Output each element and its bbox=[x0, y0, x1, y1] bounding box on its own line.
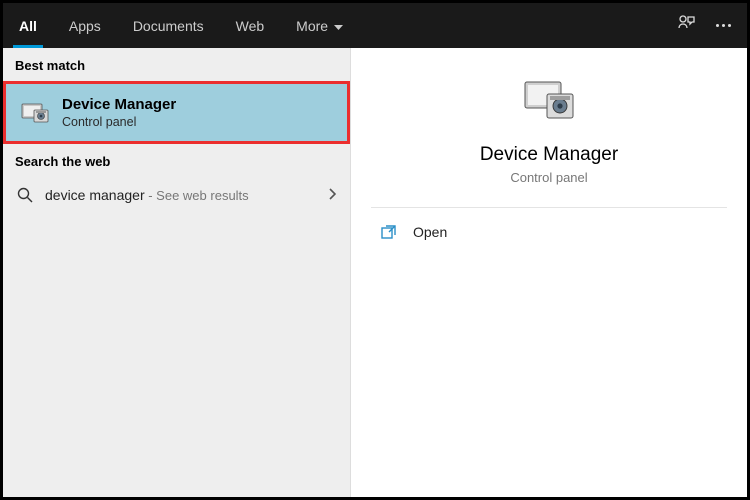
web-query: device manager bbox=[45, 187, 145, 203]
best-match-text: Device Manager Control panel bbox=[62, 96, 176, 129]
more-options-icon[interactable] bbox=[716, 24, 731, 27]
web-search-text: device manager - See web results bbox=[45, 187, 328, 203]
search-web-heading: Search the web bbox=[3, 144, 350, 177]
header-bar: All Apps Documents Web More bbox=[3, 3, 747, 48]
tab-more-label: More bbox=[296, 18, 328, 34]
tab-web[interactable]: Web bbox=[220, 3, 281, 48]
results-panel: Best match Device Manager Control panel … bbox=[3, 48, 351, 497]
best-match-subtitle: Control panel bbox=[62, 115, 176, 129]
preview-title: Device Manager bbox=[480, 144, 618, 166]
tab-all[interactable]: All bbox=[3, 3, 53, 48]
device-manager-large-icon bbox=[521, 76, 577, 126]
chevron-right-icon bbox=[328, 188, 336, 203]
tab-documents[interactable]: Documents bbox=[117, 3, 220, 48]
device-manager-icon bbox=[20, 100, 50, 126]
web-hint: - See web results bbox=[145, 188, 249, 203]
best-match-title: Device Manager bbox=[62, 96, 176, 113]
web-search-result[interactable]: device manager - See web results bbox=[3, 177, 350, 213]
preview-panel: Device Manager Control panel Open bbox=[351, 48, 747, 497]
best-match-heading: Best match bbox=[3, 48, 350, 81]
preview-header: Device Manager Control panel bbox=[371, 48, 727, 208]
content-area: Best match Device Manager Control panel … bbox=[3, 48, 747, 497]
tab-more[interactable]: More bbox=[280, 3, 359, 48]
open-label: Open bbox=[413, 224, 447, 240]
header-right bbox=[676, 13, 731, 38]
open-icon bbox=[381, 224, 397, 240]
feedback-icon[interactable] bbox=[676, 13, 696, 38]
preview-subtitle: Control panel bbox=[510, 170, 587, 185]
search-icon bbox=[17, 187, 33, 203]
filter-tabs: All Apps Documents Web More bbox=[3, 3, 359, 48]
tab-apps[interactable]: Apps bbox=[53, 3, 117, 48]
open-action[interactable]: Open bbox=[351, 208, 747, 256]
best-match-result[interactable]: Device Manager Control panel bbox=[3, 81, 350, 144]
chevron-down-icon bbox=[334, 18, 343, 34]
